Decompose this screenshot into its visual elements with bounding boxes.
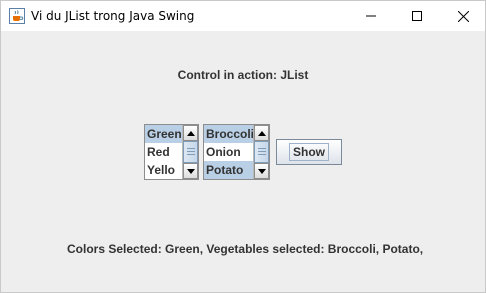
show-button[interactable]: Show	[276, 139, 342, 165]
grip-icon	[258, 148, 266, 156]
page-heading: Control in action: JList	[177, 68, 309, 82]
scroll-up-button[interactable]	[254, 125, 269, 141]
list-item-color[interactable]: Green	[145, 125, 183, 143]
selection-status: Colors Selected: Green, Vegetables selec…	[67, 242, 424, 256]
java-cup-icon	[9, 8, 25, 24]
list-item-color[interactable]: Red	[145, 143, 183, 161]
minimize-button[interactable]	[348, 1, 394, 31]
arrow-down-icon	[258, 169, 266, 174]
app-window: Vi du JList trong Java Swing Control in …	[0, 0, 486, 293]
colors-list-items: Green Red Yello	[145, 125, 183, 179]
maximize-icon	[412, 11, 422, 21]
arrow-up-icon	[258, 131, 266, 136]
scroll-down-button[interactable]	[254, 163, 269, 179]
minimize-icon	[366, 15, 376, 17]
vegetables-list-items: Broccoli Onion Potato	[204, 125, 254, 179]
scroll-thumb[interactable]	[254, 141, 269, 163]
list-item-vegetable[interactable]: Potato	[204, 161, 254, 179]
close-button[interactable]	[440, 1, 486, 31]
title-bar[interactable]: Vi du JList trong Java Swing	[1, 1, 485, 31]
scroll-thumb[interactable]	[183, 141, 198, 163]
close-icon	[457, 10, 469, 22]
scroll-down-button[interactable]	[183, 163, 198, 179]
arrow-down-icon	[187, 169, 195, 174]
grip-icon	[187, 148, 195, 156]
show-button-label: Show	[289, 143, 329, 161]
scroll-up-button[interactable]	[183, 125, 198, 141]
list-item-color[interactable]: Yello	[145, 161, 183, 179]
colors-list[interactable]: Green Red Yello	[144, 124, 199, 180]
list-item-vegetable[interactable]: Onion	[204, 143, 254, 161]
maximize-button[interactable]	[394, 1, 440, 31]
arrow-up-icon	[187, 131, 195, 136]
colors-scrollbar[interactable]	[182, 125, 198, 179]
vegetables-scrollbar[interactable]	[253, 125, 269, 179]
window-title: Vi du JList trong Java Swing	[31, 9, 195, 23]
list-item-vegetable[interactable]: Broccoli	[204, 125, 254, 143]
vegetables-list[interactable]: Broccoli Onion Potato	[203, 124, 270, 180]
